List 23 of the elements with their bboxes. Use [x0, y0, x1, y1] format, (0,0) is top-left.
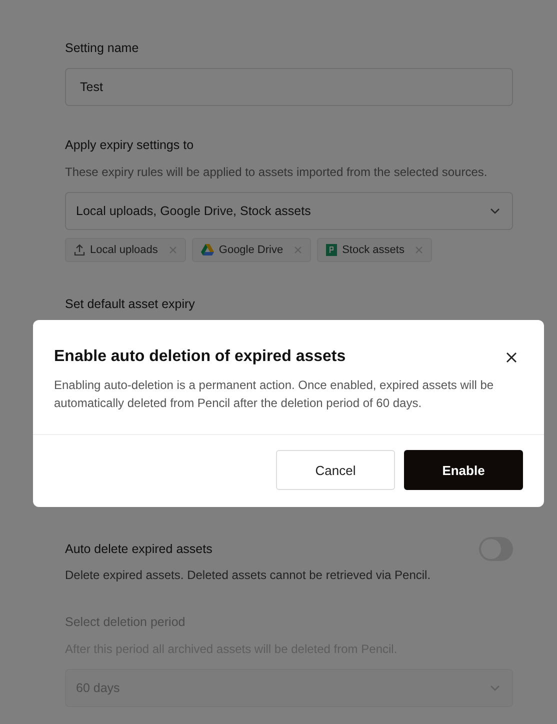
dialog-title: Enable auto deletion of expired assets — [54, 348, 346, 366]
setting-name-field[interactable]: Test — [65, 68, 513, 106]
drive-triangle-icon — [200, 244, 214, 256]
field-label: Setting name — [65, 40, 140, 56]
chevron-down-icon — [490, 208, 500, 214]
sources-dropdown[interactable]: Local uploads, Google Drive, Stock assets — [65, 192, 513, 230]
upload-icon — [74, 244, 85, 256]
section-heading: Set default asset expiry — [65, 296, 196, 312]
stock-icon — [326, 244, 338, 256]
chip-label: Google Drive — [218, 244, 284, 256]
chip-label: Local uploads — [90, 244, 158, 256]
chip-label: Stock assets — [342, 244, 404, 256]
enable-button[interactable]: Enable — [404, 450, 523, 490]
dialog-message: Enabling auto-deletion is a permanent action. Once enabled, expired assets will be automatically deleted from Pencil after the deletion period of 60 days. — [53, 377, 495, 412]
remove-icon[interactable] — [294, 246, 302, 254]
toggle-label: Auto delete expired assets — [65, 541, 212, 557]
close-icon[interactable] — [506, 352, 517, 362]
remove-icon[interactable] — [168, 246, 177, 254]
remove-icon[interactable] — [415, 246, 424, 254]
cancel-button[interactable]: Cancel — [276, 450, 395, 490]
field-description: These expiry rules will be applied to assets imported from the selected sources. — [65, 164, 488, 180]
toggle-description: Delete expired assets. Deleted assets cannot be retrieved via Pencil. — [65, 567, 432, 583]
field-label: Apply expiry settings to — [65, 137, 195, 153]
